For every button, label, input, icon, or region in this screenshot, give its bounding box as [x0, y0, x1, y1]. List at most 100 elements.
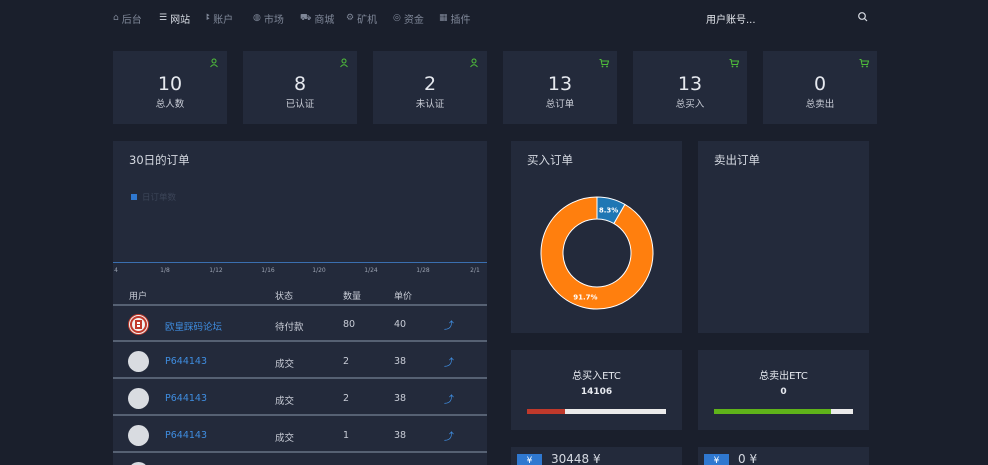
- table-row: P644143 成交 1 38 ⤴: [113, 417, 487, 453]
- legend-swatch: [131, 194, 137, 200]
- nav-item-accounts[interactable]: ꔪ 账户: [206, 11, 234, 27]
- row-user-link[interactable]: 欧皇踩码论坛: [165, 319, 222, 333]
- panel-title: 卖出订单: [714, 153, 760, 167]
- x-tick: 1/28: [416, 267, 430, 274]
- panel-title: 30日的订单: [129, 153, 190, 167]
- row-qty: 2: [343, 356, 350, 367]
- nav-label: 账户: [213, 15, 234, 26]
- nav-label: 网站: [170, 15, 191, 26]
- stat-label: 已认证: [285, 99, 315, 110]
- column-header-qty: 数量: [343, 292, 362, 302]
- yen-icon: ¥: [517, 454, 542, 465]
- cart-icon: [599, 59, 609, 68]
- summary-value: 14106: [580, 387, 613, 397]
- nav-label: 商城: [314, 15, 335, 26]
- row-price: 38: [394, 356, 407, 367]
- stat-label: 未认证: [415, 99, 445, 110]
- user-icon: [340, 58, 348, 68]
- x-tick: 1/12: [209, 267, 223, 274]
- summary-title: 总买入ETC: [572, 371, 621, 382]
- summary-value: 0: [780, 387, 787, 397]
- row-status: 待付款: [275, 322, 304, 333]
- column-header-user: 用户: [129, 292, 148, 302]
- table-row: 欧皇踩码论坛 待付款 80 40 ⤴: [113, 306, 487, 342]
- x-tick: 1/8: [160, 267, 170, 274]
- nav-item-dashboard[interactable]: ⌂ 后台: [113, 11, 142, 27]
- top-nav: ⌂ 后台 ☰ 网站 ꔪ 账户 ◍ 市场 ⛟ 商城 ⚙ 矿机 ◎ 资金 ▦ 插件: [0, 0, 988, 36]
- site-logo-icon: [130, 316, 147, 333]
- nav-item-market[interactable]: ◍ 市场: [253, 11, 284, 27]
- progress-fill: [714, 409, 831, 414]
- row-qty: 2: [343, 393, 350, 404]
- gear-icon: ⚙: [346, 13, 355, 23]
- stat-value: 13: [547, 73, 573, 95]
- nav-item-mall[interactable]: ⛟ 商城: [300, 11, 335, 27]
- stat-card-total-sell: 0 总卖出: [763, 51, 877, 124]
- chart-legend[interactable]: 日订单数: [131, 191, 176, 203]
- stat-card-verified: 8 已认证: [243, 51, 357, 124]
- donut-label: 8.3%: [599, 207, 618, 215]
- stat-value: 0: [813, 73, 827, 95]
- avatar: [128, 388, 149, 409]
- cart-icon: ⛟: [300, 13, 312, 23]
- x-tick: 2/1: [470, 267, 480, 274]
- globe-icon: ◍: [253, 13, 261, 23]
- user-icon: [210, 58, 218, 68]
- row-divider: [113, 414, 487, 416]
- dashboard: ⌂ 后台 ☰ 网站 ꔪ 账户 ◍ 市场 ⛟ 商城 ⚙ 矿机 ◎ 资金 ▦ 插件: [0, 0, 988, 465]
- share-icon[interactable]: ⤴: [444, 354, 454, 369]
- row-user-link[interactable]: P644143: [165, 430, 207, 441]
- share-icon[interactable]: ⤴: [444, 317, 454, 332]
- share-icon[interactable]: ⤴: [444, 391, 454, 406]
- money-amount: 30448 ¥: [551, 452, 601, 465]
- x-tick: 1/20: [312, 267, 326, 274]
- row-price: 40: [394, 319, 407, 330]
- row-qty: 80: [343, 319, 356, 330]
- row-user-link[interactable]: P644143: [165, 393, 207, 404]
- yen-icon: ¥: [704, 454, 729, 465]
- money-card: ¥ 30448 ¥: [511, 447, 682, 465]
- row-status: 成交: [275, 433, 295, 444]
- total-sell-etc-card: 总卖出ETC 0: [698, 350, 869, 430]
- nav-item-plugins[interactable]: ▦ 插件: [439, 11, 471, 27]
- nav-label: 市场: [263, 15, 284, 26]
- nav-item-website[interactable]: ☰ 网站: [159, 11, 191, 27]
- nav-item-funds[interactable]: ◎ 资金: [393, 11, 424, 27]
- donut-slice[interactable]: [540, 196, 654, 310]
- user-account-menu[interactable]: 用户账号...: [706, 11, 756, 26]
- share-icon[interactable]: ⤴: [444, 428, 454, 443]
- stat-label: 总订单: [545, 99, 575, 110]
- money-icon: ◎: [393, 13, 401, 23]
- row-divider: [113, 340, 487, 342]
- row-price: 38: [394, 393, 407, 404]
- stat-card-total-buy: 13 总买入: [633, 51, 747, 124]
- nav-item-miners[interactable]: ⚙ 矿机: [346, 11, 378, 27]
- money-card: ¥ 0 ¥: [698, 447, 869, 465]
- users-icon: ꔪ: [206, 13, 211, 23]
- sell-orders-panel: [698, 141, 869, 333]
- progress-bar: [714, 409, 853, 414]
- donut-label: 91.7%: [573, 293, 597, 301]
- x-axis-line: [113, 262, 487, 263]
- user-icon: [470, 58, 478, 68]
- stat-value: 8: [293, 73, 307, 95]
- cart-icon: [859, 59, 869, 68]
- stat-value: 2: [423, 73, 437, 95]
- row-divider: [113, 377, 487, 379]
- stat-value: 13: [677, 73, 703, 95]
- avatar: [128, 425, 149, 446]
- search-icon[interactable]: [857, 11, 869, 23]
- table-row: P644143 成交 2 38 ⤴: [113, 343, 487, 379]
- nav-label: 矿机: [357, 15, 378, 26]
- buy-orders-donut-chart: 8.3% 91.7%: [540, 196, 654, 310]
- row-user-link[interactable]: P644143: [165, 356, 207, 367]
- row-status: 成交: [275, 359, 295, 370]
- grid-icon: ▦: [439, 13, 448, 23]
- nav-label: 资金: [403, 15, 424, 26]
- table-row: [113, 454, 487, 465]
- stat-label: 总买入: [675, 99, 705, 110]
- stat-label: 总人数: [155, 99, 185, 110]
- stat-card-total-users: 10 总人数: [113, 51, 227, 124]
- progress-fill: [527, 409, 565, 414]
- row-status: 成交: [275, 396, 295, 407]
